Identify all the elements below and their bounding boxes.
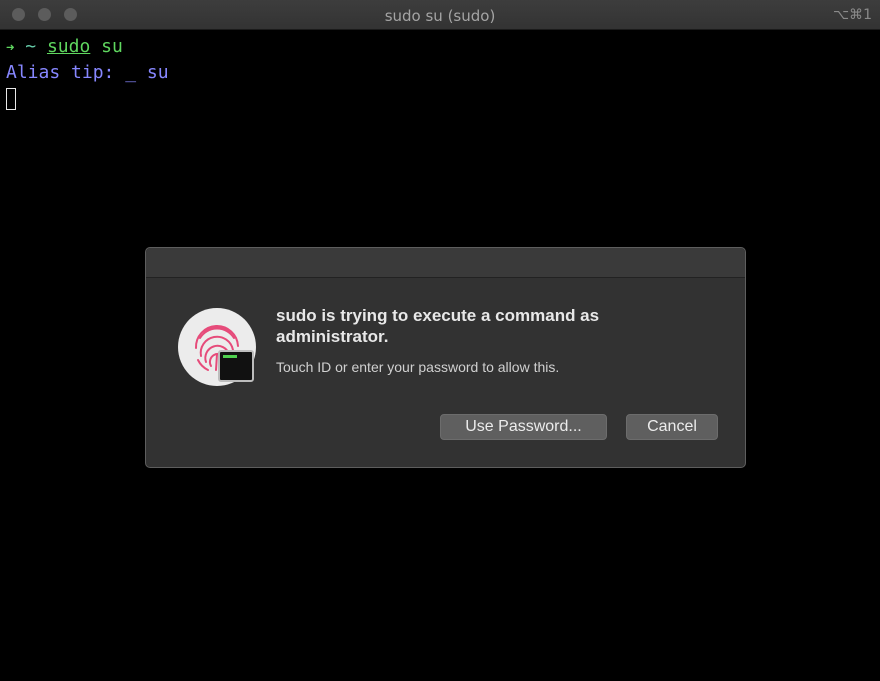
terminal-icon bbox=[218, 350, 254, 382]
cursor-line bbox=[6, 86, 169, 112]
title-bar[interactable]: sudo su (sudo) ⌥⌘1 bbox=[0, 0, 880, 30]
prompt-arrow: ➜ bbox=[6, 40, 15, 56]
text-cursor bbox=[6, 88, 16, 110]
window-title: sudo su (sudo) bbox=[384, 7, 496, 25]
alias-tip-line: Alias tip: _ su bbox=[6, 62, 169, 83]
authentication-dialog: sudo is trying to execute a command as a… bbox=[145, 247, 746, 468]
terminal-output[interactable]: ➜ ~ sudo su Alias tip: _ su bbox=[6, 34, 169, 112]
cancel-button[interactable]: Cancel bbox=[626, 414, 718, 440]
command-word: sudo bbox=[46, 36, 91, 57]
prompt-directory: ~ bbox=[25, 36, 37, 57]
dialog-heading: sudo is trying to execute a command as a… bbox=[276, 306, 600, 346]
terminal-window: sudo su (sudo) ⌥⌘1 ➜ ~ sudo su Alias tip… bbox=[0, 0, 880, 681]
dialog-subtext: Touch ID or enter your password to allow… bbox=[276, 359, 560, 375]
prompt-line: ➜ ~ sudo su bbox=[6, 34, 169, 60]
dialog-title-bar bbox=[146, 248, 745, 278]
use-password-button[interactable]: Use Password... bbox=[440, 414, 607, 440]
command-argument: su bbox=[90, 36, 123, 57]
window-shortcut: ⌥⌘1 bbox=[832, 7, 872, 23]
